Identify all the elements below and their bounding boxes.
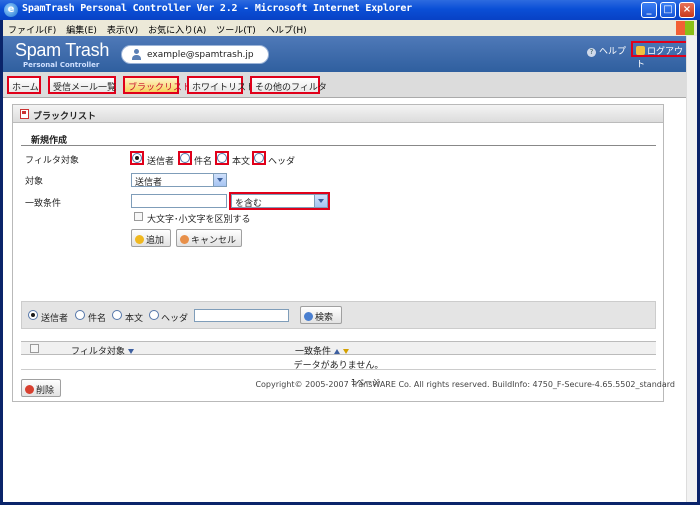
add-icon: [135, 235, 144, 244]
radio-sender[interactable]: [132, 153, 142, 163]
user-pill: example@spamtrash.jp: [121, 45, 269, 64]
search-radio-body-label: 本文: [125, 314, 144, 324]
user-icon: [131, 49, 142, 61]
match-select-value: を含む: [235, 199, 263, 209]
help-label: ヘルプ: [599, 47, 627, 57]
match-select[interactable]: を含む: [231, 194, 328, 209]
scrollbar[interactable]: [686, 36, 697, 502]
close-icon[interactable]: ×: [679, 2, 695, 18]
search-bar: 送信者 件名 本文 ヘッダ 検索: [21, 301, 656, 329]
radio-sender-label: 送信者: [147, 157, 175, 167]
radio-subject-label: 件名: [194, 157, 213, 167]
tab-bar: ホーム 受信メール一覧 ブラックリスト ホワイトリスト その他のフィルタ: [3, 72, 697, 98]
menu-tools[interactable]: ツール(T): [211, 20, 261, 36]
target-select[interactable]: 送信者: [131, 173, 227, 188]
ie-icon: e: [4, 3, 18, 17]
sort-down-icon: [343, 349, 350, 354]
logout-button[interactable]: ログアウト: [631, 41, 692, 70]
target-label: 対象: [25, 177, 44, 187]
search-radio-header[interactable]: [149, 310, 159, 320]
logo: Spam Trash Personal Controller: [15, 40, 110, 69]
page-icon: [20, 109, 29, 119]
help-icon: ?: [587, 48, 596, 57]
case-checkbox-label: 大文字･小文字を区別する: [147, 215, 251, 225]
section-title: 新規作成: [31, 136, 68, 146]
chevron-down-icon: [213, 174, 226, 186]
tab-other-filters[interactable]: その他のフィルタ: [250, 76, 327, 94]
blacklist-panel: ブラックリスト 新規作成 フィルタ対象 送信者 件名 本文 ヘッダ 対象 送信者…: [12, 104, 664, 402]
tab-whitelist[interactable]: ホワイトリスト: [187, 76, 255, 94]
menu-bar: ファイル(F) 編集(E) 表示(V) お気に入り(A) ツール(T) ヘルプ(…: [3, 20, 697, 36]
search-radio-sender[interactable]: [28, 310, 38, 320]
search-icon: [304, 312, 313, 321]
logo-main: Spam Trash: [15, 40, 110, 60]
radio-header[interactable]: [254, 153, 264, 163]
menu-favorites[interactable]: お気に入り(A): [143, 20, 211, 36]
radio-body[interactable]: [217, 153, 227, 163]
filter-target-label: フィルタ対象: [25, 156, 79, 166]
add-button[interactable]: 追加: [131, 229, 171, 247]
search-radio-subject[interactable]: [75, 310, 85, 320]
radio-subject[interactable]: [180, 153, 190, 163]
user-email: example@spamtrash.jp: [147, 50, 254, 60]
app-header: Spam Trash Personal Controller example@s…: [3, 36, 697, 72]
menu-help[interactable]: ヘルプ(H): [261, 20, 312, 36]
cancel-icon: [180, 235, 189, 244]
windows-flag-icon: [676, 21, 694, 35]
logo-sub: Personal Controller: [23, 61, 100, 69]
sort-down-icon: [127, 349, 134, 354]
match-label: 一致条件: [25, 199, 62, 209]
tab-blacklist[interactable]: ブラックリスト: [123, 76, 191, 94]
sort-up-icon: [334, 349, 341, 354]
window-title: SpamTrash Personal Controller Ver 2.2 - …: [22, 3, 412, 14]
target-select-value: 送信者: [135, 178, 163, 188]
minimize-icon[interactable]: _: [641, 2, 657, 18]
page-viewport: Spam Trash Personal Controller example@s…: [3, 36, 697, 502]
panel-header: ブラックリスト: [13, 105, 663, 123]
radio-header-label: ヘッダ: [268, 157, 296, 167]
tab-home[interactable]: ホーム: [7, 76, 41, 94]
browser-window: e SpamTrash Personal Controller Ver 2.2 …: [0, 0, 700, 505]
menu-edit[interactable]: 編集(E): [61, 20, 102, 36]
search-button[interactable]: 検索: [300, 306, 342, 324]
help-link[interactable]: ? ヘルプ: [587, 44, 626, 57]
chevron-down-icon: [314, 195, 327, 207]
footer-copyright: Copyright© 2005-2007 TransWARE Co. All r…: [255, 380, 675, 389]
search-radio-body[interactable]: [112, 310, 122, 320]
case-checkbox[interactable]: [134, 212, 143, 221]
cancel-button-label: キャンセル: [191, 236, 237, 246]
search-radio-sender-label: 送信者: [41, 314, 69, 324]
search-input[interactable]: [194, 309, 289, 322]
section-header: 新規作成: [21, 132, 656, 146]
add-button-label: 追加: [146, 236, 165, 246]
menu-view[interactable]: 表示(V): [102, 20, 143, 36]
search-radio-subject-label: 件名: [88, 314, 107, 324]
radio-body-label: 本文: [232, 157, 251, 167]
maximize-icon[interactable]: □: [660, 2, 676, 18]
title-bar: e SpamTrash Personal Controller Ver 2.2 …: [0, 0, 700, 20]
empty-row: データがありません。: [21, 356, 656, 371]
cancel-button[interactable]: キャンセル: [176, 229, 242, 247]
match-input[interactable]: [131, 194, 227, 208]
search-radio-header-label: ヘッダ: [161, 314, 189, 324]
logout-icon: [636, 46, 645, 55]
search-button-label: 検索: [315, 313, 334, 323]
menu-file[interactable]: ファイル(F): [3, 20, 61, 36]
tab-inbox[interactable]: 受信メール一覧: [48, 76, 116, 94]
panel-title: ブラックリスト: [33, 112, 97, 122]
select-all-checkbox[interactable]: [30, 344, 39, 353]
table-header: フィルタ対象 一致条件: [21, 341, 656, 357]
